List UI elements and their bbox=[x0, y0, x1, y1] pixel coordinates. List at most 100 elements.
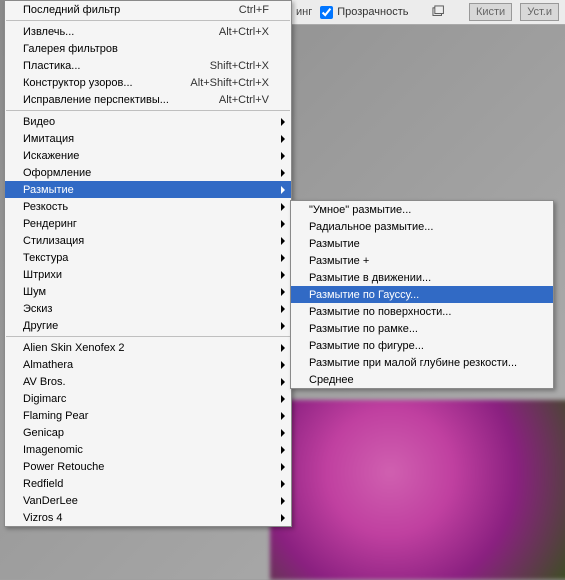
mi-label: Размытие bbox=[309, 238, 531, 250]
submenu-arrow-icon bbox=[281, 169, 285, 177]
mi-label: AV Bros. bbox=[23, 376, 269, 388]
mi-label: Конструктор узоров... bbox=[23, 77, 170, 89]
submenu-arrow-icon bbox=[281, 480, 285, 488]
menu-item[interactable]: Конструктор узоров...Alt+Shift+Ctrl+X bbox=[5, 74, 291, 91]
menu-item[interactable]: Imagenomic bbox=[5, 441, 291, 458]
mi-label: Последний фильтр bbox=[23, 4, 219, 16]
menu-item[interactable]: Размытие по фигуре... bbox=[291, 337, 553, 354]
mi-label: Flaming Pear bbox=[23, 410, 269, 422]
menu-item[interactable]: Радиальное размытие... bbox=[291, 218, 553, 235]
mi-label: Alien Skin Xenofex 2 bbox=[23, 342, 269, 354]
submenu-arrow-icon bbox=[281, 288, 285, 296]
menu-item[interactable]: Пластика...Shift+Ctrl+X bbox=[5, 57, 291, 74]
menu-item[interactable]: Размытие по поверхности... bbox=[291, 303, 553, 320]
mi-shortcut: Shift+Ctrl+X bbox=[190, 60, 269, 72]
mi-label: Имитация bbox=[23, 133, 269, 145]
menu-item[interactable]: Другие bbox=[5, 317, 291, 334]
submenu-arrow-icon bbox=[281, 514, 285, 522]
menu-item[interactable]: Vizros 4 bbox=[5, 509, 291, 526]
mi-label: Размытие при малой глубине резкости... bbox=[309, 357, 531, 369]
mi-label: Искажение bbox=[23, 150, 269, 162]
mi-label: Размытие по фигуре... bbox=[309, 340, 531, 352]
palette-icon[interactable] bbox=[432, 5, 445, 19]
menu-item[interactable]: "Умное" размытие... bbox=[291, 201, 553, 218]
menu-item[interactable]: Среднее bbox=[291, 371, 553, 388]
menu-item[interactable]: Размытие по Гауссу... bbox=[291, 286, 553, 303]
menu-item[interactable]: Имитация bbox=[5, 130, 291, 147]
mi-label: Стилизация bbox=[23, 235, 269, 247]
submenu-arrow-icon bbox=[281, 446, 285, 454]
submenu-arrow-icon bbox=[281, 463, 285, 471]
submenu-arrow-icon bbox=[281, 322, 285, 330]
mi-label: Эскиз bbox=[23, 303, 269, 315]
mi-label: Размытие по Гауссу... bbox=[309, 289, 531, 301]
transparency-check[interactable]: Прозрачность bbox=[320, 6, 408, 19]
mi-label: Оформление bbox=[23, 167, 269, 179]
menu-item[interactable]: Digimarc bbox=[5, 390, 291, 407]
mi-label: Размытие + bbox=[309, 255, 531, 267]
menu-item[interactable]: Размытие + bbox=[291, 252, 553, 269]
submenu-arrow-icon bbox=[281, 271, 285, 279]
menu-item[interactable]: Извлечь...Alt+Ctrl+X bbox=[5, 23, 291, 40]
menu-item[interactable]: Размытие bbox=[5, 181, 291, 198]
mi-label: Штрихи bbox=[23, 269, 269, 281]
submenu-arrow-icon bbox=[281, 429, 285, 437]
menu-item[interactable]: Искажение bbox=[5, 147, 291, 164]
submenu-arrow-icon bbox=[281, 254, 285, 262]
menu-item[interactable]: Видео bbox=[5, 113, 291, 130]
menu-item[interactable]: Исправление перспективы...Alt+Ctrl+V bbox=[5, 91, 291, 108]
menu-item[interactable]: AV Bros. bbox=[5, 373, 291, 390]
submenu-arrow-icon bbox=[281, 118, 285, 126]
mi-label: Радиальное размытие... bbox=[309, 221, 531, 233]
mi-label: Текстура bbox=[23, 252, 269, 264]
menu-item[interactable]: Power Retouche bbox=[5, 458, 291, 475]
menu-item[interactable]: VanDerLee bbox=[5, 492, 291, 509]
tab-brushes[interactable]: Кисти bbox=[469, 3, 512, 21]
menu-item[interactable]: Размытие по рамке... bbox=[291, 320, 553, 337]
submenu-arrow-icon bbox=[281, 344, 285, 352]
mi-shortcut: Alt+Shift+Ctrl+X bbox=[170, 77, 269, 89]
mi-label: Среднее bbox=[309, 374, 531, 386]
submenu-arrow-icon bbox=[281, 152, 285, 160]
menu-item[interactable]: Текстура bbox=[5, 249, 291, 266]
mi-label: Шум bbox=[23, 286, 269, 298]
transparency-label: Прозрачность bbox=[337, 6, 408, 18]
menu-item[interactable]: Alien Skin Xenofex 2 bbox=[5, 339, 291, 356]
mi-label: VanDerLee bbox=[23, 495, 269, 507]
menu-item[interactable]: Штрихи bbox=[5, 266, 291, 283]
menu-item[interactable]: Оформление bbox=[5, 164, 291, 181]
mi-label: Галерея фильтров bbox=[23, 43, 269, 55]
mi-label: Резкость bbox=[23, 201, 269, 213]
mi-last-filter[interactable]: Последний фильтр Ctrl+F bbox=[5, 1, 291, 18]
mi-shortcut: Alt+Ctrl+X bbox=[199, 26, 269, 38]
menu-item[interactable]: Redfield bbox=[5, 475, 291, 492]
menu-item[interactable]: Эскиз bbox=[5, 300, 291, 317]
submenu-arrow-icon bbox=[281, 186, 285, 194]
menu-item[interactable]: Размытие при малой глубине резкости... bbox=[291, 354, 553, 371]
menu-item[interactable]: Genicap bbox=[5, 424, 291, 441]
menu-item[interactable]: Flaming Pear bbox=[5, 407, 291, 424]
submenu-arrow-icon bbox=[281, 203, 285, 211]
menu-item[interactable]: Размытие bbox=[291, 235, 553, 252]
menu-item[interactable]: Размытие в движении... bbox=[291, 269, 553, 286]
submenu-arrow-icon bbox=[281, 378, 285, 386]
menu-item[interactable]: Галерея фильтров bbox=[5, 40, 291, 57]
mi-label: Power Retouche bbox=[23, 461, 269, 473]
submenu-arrow-icon bbox=[281, 361, 285, 369]
mi-label: Размытие по рамке... bbox=[309, 323, 531, 335]
menu-item[interactable]: Резкость bbox=[5, 198, 291, 215]
mi-shortcut: Alt+Ctrl+V bbox=[199, 94, 269, 106]
tab-settings[interactable]: Уст.и bbox=[520, 3, 559, 21]
menu-item[interactable]: Шум bbox=[5, 283, 291, 300]
submenu-arrow-icon bbox=[281, 237, 285, 245]
submenu-arrow-icon bbox=[281, 220, 285, 228]
mi-label: Vizros 4 bbox=[23, 512, 269, 524]
menu-item[interactable]: Almathera bbox=[5, 356, 291, 373]
submenu-arrow-icon bbox=[281, 135, 285, 143]
mi-label: Размытие по поверхности... bbox=[309, 306, 531, 318]
submenu-arrow-icon bbox=[281, 395, 285, 403]
menu-separator bbox=[6, 20, 290, 21]
menu-item[interactable]: Рендеринг bbox=[5, 215, 291, 232]
transparency-checkbox[interactable] bbox=[320, 6, 333, 19]
menu-item[interactable]: Стилизация bbox=[5, 232, 291, 249]
